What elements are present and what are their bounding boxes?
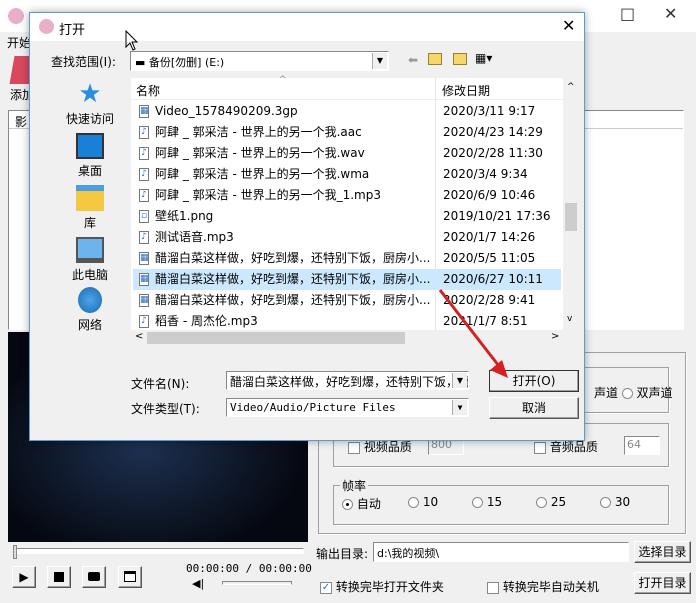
annotation-arrow <box>438 289 508 378</box>
mouse-cursor-icon <box>125 30 139 51</box>
